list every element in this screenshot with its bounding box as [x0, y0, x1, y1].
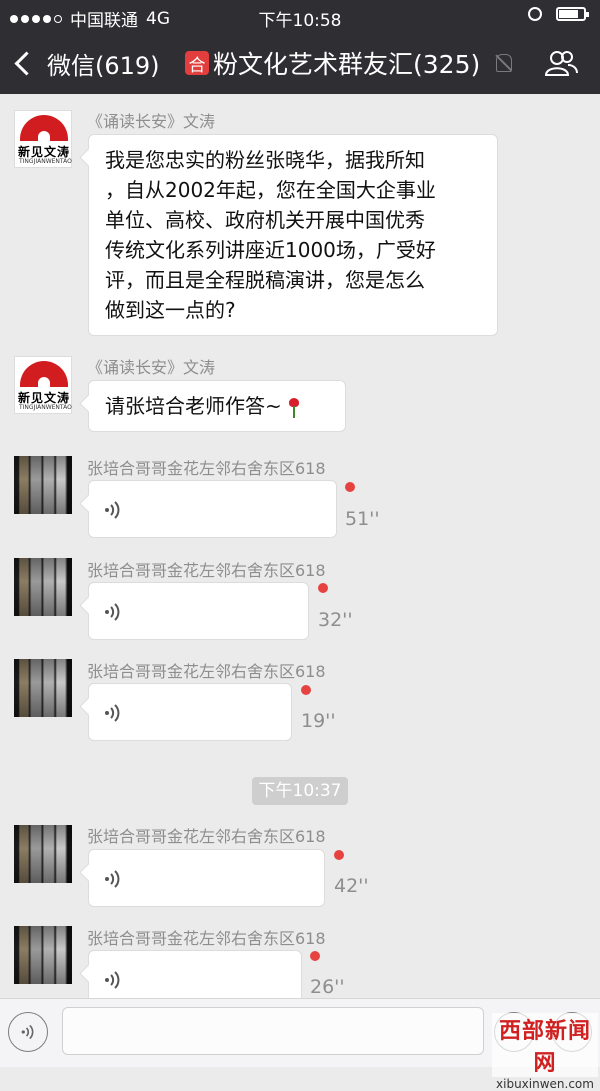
status-time: 下午10:58: [258, 11, 342, 31]
sender-name: 张培合哥哥金花左邻右舍东区618: [87, 929, 326, 948]
voice-duration: 26'': [310, 976, 345, 998]
voice-duration: 51'': [345, 508, 380, 530]
avatar[interactable]: 新见文涛 TINGJIANWENTAO: [14, 356, 72, 414]
sender-name: 张培合哥哥金花左邻右舍东区618: [87, 459, 326, 478]
orientation-lock-icon: [528, 7, 542, 21]
unread-dot: [334, 850, 344, 860]
sender-name: 《诵读长安》文涛: [87, 112, 216, 131]
voice-message-bubble[interactable]: [88, 582, 309, 640]
chat-area[interactable]: 新见文涛 TINGJIANWENTAO 《诵读长安》文涛 我是您忠实的粉丝张晓华…: [0, 94, 600, 998]
message-line: 我是您忠实的粉丝张晓华，据我所知: [105, 148, 425, 172]
message-text: 请张培合老师作答~: [105, 394, 282, 418]
avatar[interactable]: [14, 558, 72, 616]
fan-logo-icon: [20, 115, 68, 141]
voice-message-bubble[interactable]: [88, 683, 292, 741]
sender-name: 《诵读长安》文涛: [87, 358, 216, 377]
avatar-logo-subtext: TINGJIANWENTAO: [19, 158, 72, 165]
unread-dot: [345, 482, 355, 492]
voice-message-bubble[interactable]: [88, 950, 302, 998]
watermark-url: xibuxinwen.com: [496, 1077, 594, 1091]
voice-wave-icon: [21, 1024, 34, 1040]
voice-message-bubble[interactable]: [88, 480, 337, 538]
unread-dot: [301, 685, 311, 695]
voice-duration: 32'': [318, 609, 353, 631]
back-button[interactable]: 微信(619): [14, 46, 160, 81]
sender-name: 张培合哥哥金花左邻右舍东区618: [87, 827, 326, 846]
avatar-logo-subtext: TINGJIANWENTAO: [19, 404, 72, 411]
text-message-bubble[interactable]: 请张培合老师作答~: [88, 380, 346, 432]
chat-title-text: 粉文化艺术群友汇(325): [213, 50, 481, 79]
voice-wave-icon: [105, 501, 120, 519]
rose-emoji-icon: [288, 397, 300, 418]
voice-wave-icon: [105, 971, 120, 989]
message-line: 传统文化系列讲座近1000场，广受好: [105, 238, 436, 262]
message-line: ，自从2002年起，您在全国大企事业: [105, 178, 436, 202]
message-line: 评，而且是全程脱稿演讲，您是怎么: [105, 268, 425, 292]
voice-wave-icon: [105, 870, 120, 888]
message-line: 做到这一点的?: [105, 298, 236, 322]
voice-wave-icon: [105, 704, 120, 722]
fan-logo-icon: [20, 361, 68, 387]
message-line: 单位、高校、政府机关开展中国优秀: [105, 208, 425, 232]
watermark: 西部新闻网 xibuxinwen.com: [492, 1013, 598, 1091]
avatar[interactable]: [14, 825, 72, 883]
unread-dot: [310, 951, 320, 961]
voice-wave-icon: [105, 603, 120, 621]
chevron-left-icon: [14, 51, 39, 76]
sender-name: 张培合哥哥金花左邻右舍东区618: [87, 662, 326, 681]
group-members-icon[interactable]: [544, 49, 578, 77]
battery-icon: [556, 7, 589, 21]
nav-bar: 微信(619) 合 粉文化艺术群友汇(325): [0, 32, 600, 94]
sender-name: 张培合哥哥金花左邻右舍东区618: [87, 561, 326, 580]
text-message-bubble[interactable]: 我是您忠实的粉丝张晓华，据我所知 ，自从2002年起，您在全国大企事业 单位、高…: [88, 134, 498, 336]
mute-icon: [496, 54, 513, 72]
message-input[interactable]: [62, 1007, 484, 1055]
voice-message-bubble[interactable]: [88, 849, 325, 907]
group-emoji-icon: 合: [185, 51, 209, 76]
voice-duration: 42'': [334, 875, 369, 897]
avatar[interactable]: [14, 659, 72, 717]
chat-title: 合 粉文化艺术群友汇(325): [185, 45, 513, 81]
avatar[interactable]: [14, 926, 72, 984]
status-bar: 中国联通 4G 下午10:58: [0, 0, 600, 32]
back-label: 微信(619): [47, 52, 160, 80]
unread-dot: [318, 583, 328, 593]
avatar[interactable]: [14, 456, 72, 514]
avatar[interactable]: 新见文涛 TINGJIANWENTAO: [14, 110, 72, 168]
watermark-logo-text: 西部新闻网: [492, 1013, 598, 1077]
voice-input-button[interactable]: [8, 1012, 48, 1052]
voice-duration: 19'': [301, 710, 336, 732]
timestamp-label: 下午10:37: [252, 777, 348, 805]
